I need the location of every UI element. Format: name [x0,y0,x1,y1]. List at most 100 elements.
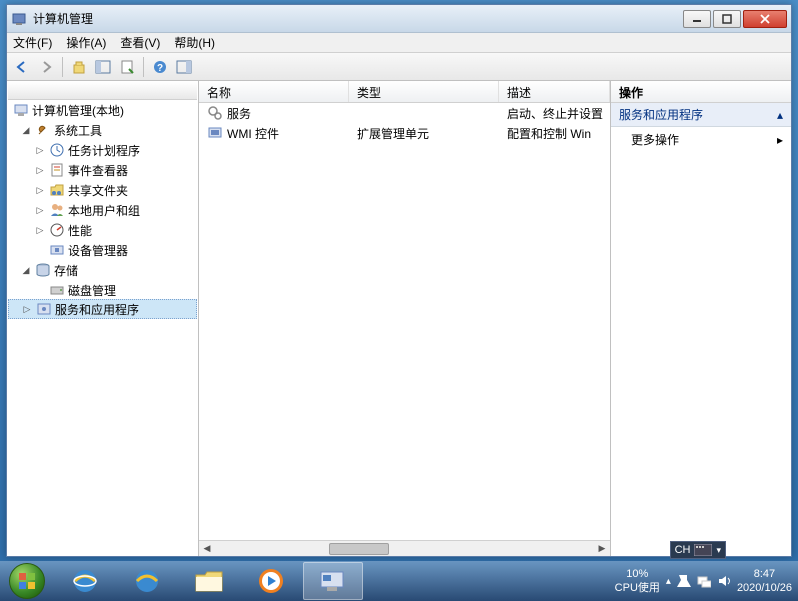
properties-button[interactable] [116,56,138,78]
storage-icon [35,262,51,278]
collapse-icon[interactable]: ◢ [20,264,32,276]
tree-label: 设备管理器 [68,242,128,259]
svg-text:?: ? [157,63,163,74]
expand-icon[interactable]: ▷ [34,224,46,236]
item-name: WMI 控件 [227,125,279,142]
forward-button[interactable] [35,56,57,78]
taskbar[interactable]: 10% CPU使用 ▴ 8:47 2020/10/26 [0,561,798,601]
titlebar[interactable]: 计算机管理 [7,5,791,33]
tree-storage[interactable]: ◢ 存储 [8,260,197,280]
tree-shared-folders[interactable]: ▷ 共享文件夹 [8,180,197,200]
tree-performance[interactable]: ▷ 性能 [8,220,197,240]
taskbar-item-ie[interactable] [55,562,115,600]
tree-services-apps[interactable]: ▷ 服务和应用程序 [8,299,197,319]
taskbar-item-explorer[interactable] [179,562,239,600]
maximize-button[interactable] [713,10,741,28]
column-desc[interactable]: 描述 [499,81,610,102]
window-controls [683,10,787,28]
expand-icon[interactable]: ▷ [21,303,33,315]
taskbar-item-mmc[interactable] [303,562,363,600]
collapse-icon[interactable]: ◢ [20,124,32,136]
show-hide-action-pane-button[interactable] [173,56,195,78]
expand-icon[interactable]: ▷ [34,144,46,156]
disk-icon [49,282,65,298]
action-label: 更多操作 [631,131,679,148]
list-header: 名称 类型 描述 [199,81,610,103]
list-item[interactable]: WMI 控件 扩展管理单元 配置和控制 Win [199,123,610,143]
actions-section[interactable]: 服务和应用程序 ▴ [611,103,791,127]
cpu-label: CPU使用 [615,581,660,595]
item-type: 扩展管理单元 [349,125,499,142]
language-indicator[interactable]: CH [675,544,691,556]
horizontal-scrollbar[interactable]: ◀ ▶ [199,540,610,556]
list-body[interactable]: 服务 启动、终止并设置 WMI 控件 扩展管理单元 配置和控制 Win [199,103,610,540]
expand-icon[interactable]: ▷ [34,204,46,216]
column-type[interactable]: 类型 [349,81,499,102]
taskbar-item-media-player[interactable] [241,562,301,600]
back-button[interactable] [11,56,33,78]
menu-help[interactable]: 帮助(H) [174,34,215,51]
list-view: 名称 类型 描述 服务 启动、终止并设置 WMI 控件 [199,81,611,556]
scroll-left-icon[interactable]: ◀ [199,542,215,556]
tree-label: 存储 [54,262,78,279]
tree-label: 服务和应用程序 [55,301,139,318]
tree-label: 系统工具 [54,122,102,139]
column-name[interactable]: 名称 [199,81,349,102]
start-button[interactable] [0,561,54,601]
language-bar[interactable]: CH ▾ [670,541,726,559]
tree-local-users[interactable]: ▷ 本地用户和组 [8,200,197,220]
scroll-right-icon[interactable]: ▶ [594,542,610,556]
tree-event-viewer[interactable]: ▷ 事件查看器 [8,160,197,180]
users-icon [49,202,65,218]
list-item[interactable]: 服务 启动、终止并设置 [199,103,610,123]
expand-icon[interactable]: ▷ [34,184,46,196]
action-center-icon[interactable] [677,574,691,588]
clock[interactable]: 8:47 2020/10/26 [737,567,792,595]
actions-section-label: 服务和应用程序 [619,106,703,123]
tree-task-scheduler[interactable]: ▷ 任务计划程序 [8,140,197,160]
date: 2020/10/26 [737,581,792,595]
gears-icon [207,105,223,121]
tree-system-tools[interactable]: ◢ 系统工具 [8,120,197,140]
collapse-icon[interactable]: ▴ [777,108,783,122]
taskbar-item-ie-alt[interactable] [117,562,177,600]
network-icon[interactable] [697,574,711,588]
menu-action[interactable]: 操作(A) [66,34,106,51]
volume-icon[interactable] [717,574,731,588]
options-icon[interactable]: ▾ [716,545,721,556]
close-button[interactable] [743,10,787,28]
toolbar-separator [143,57,144,77]
keyboard-icon[interactable] [694,544,712,556]
content-area: 计算机管理(本地) ◢ 系统工具 ▷ 任务计划程序 ▷ 事件查看器 ▷ 共享文件… [7,81,791,556]
action-more[interactable]: 更多操作 ▸ [611,127,791,152]
cpu-percent: 10% [615,567,660,581]
actions-pane: 操作 服务和应用程序 ▴ 更多操作 ▸ [611,81,791,556]
scroll-thumb[interactable] [329,543,389,555]
tray-show-hidden-icon[interactable]: ▴ [666,576,671,587]
tree-label: 磁盘管理 [68,282,116,299]
scroll-track[interactable] [215,542,594,556]
wrench-icon [35,122,51,138]
submenu-arrow-icon: ▸ [777,133,783,147]
menu-file[interactable]: 文件(F) [13,34,52,51]
tree-disk-management[interactable]: 磁盘管理 [8,280,197,300]
expand-icon[interactable]: ▷ [34,164,46,176]
tree-root[interactable]: 计算机管理(本地) [8,100,197,120]
tree-label: 任务计划程序 [68,142,140,159]
tree-label: 本地用户和组 [68,202,140,219]
menubar: 文件(F) 操作(A) 查看(V) 帮助(H) [7,33,791,53]
toolbar-separator [62,57,63,77]
menu-view[interactable]: 查看(V) [120,34,160,51]
show-hide-tree-button[interactable] [92,56,114,78]
minimize-button[interactable] [683,10,711,28]
event-log-icon [49,162,65,178]
help-button[interactable]: ? [149,56,171,78]
toolbar: ? [7,53,791,81]
up-button[interactable] [68,56,90,78]
cpu-meter[interactable]: 10% CPU使用 [615,567,660,595]
navigation-tree[interactable]: 计算机管理(本地) ◢ 系统工具 ▷ 任务计划程序 ▷ 事件查看器 ▷ 共享文件… [7,81,199,556]
computer-icon [13,102,29,118]
performance-icon [49,222,65,238]
tree-device-manager[interactable]: 设备管理器 [8,240,197,260]
time: 8:47 [737,567,792,581]
